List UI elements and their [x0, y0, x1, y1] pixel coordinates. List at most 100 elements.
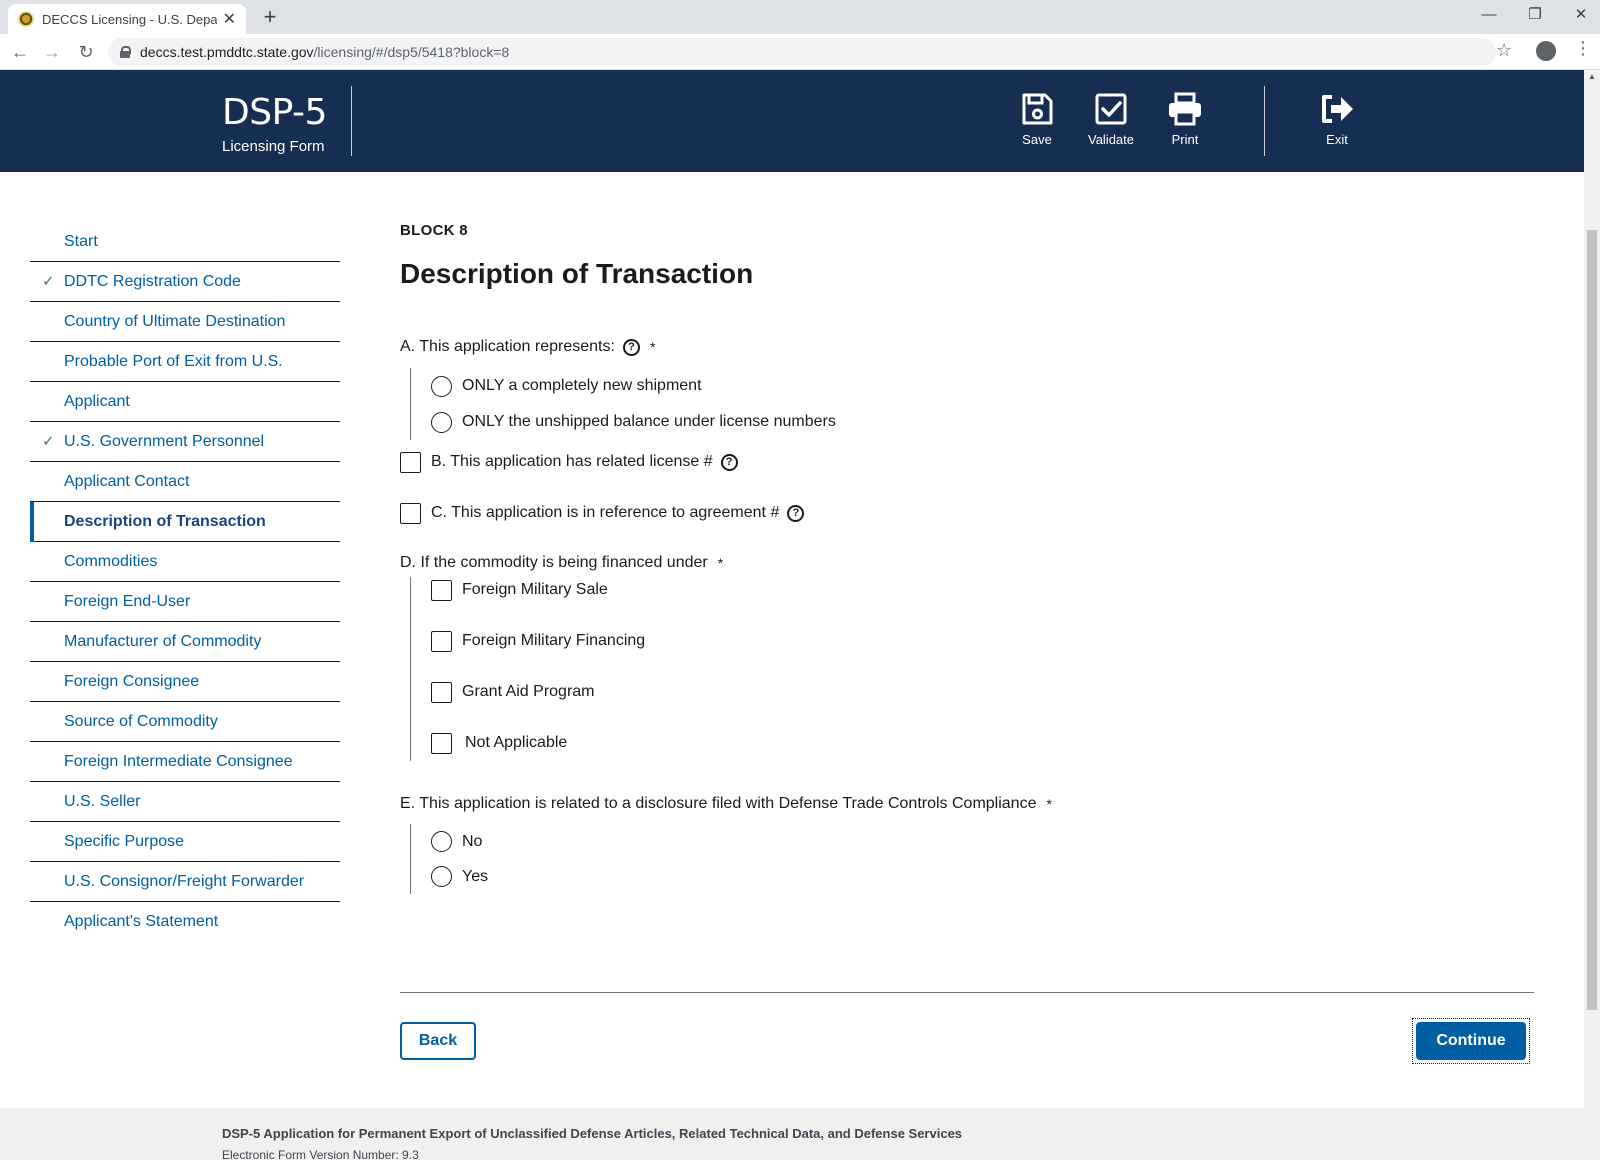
help-icon[interactable]: ?	[720, 453, 738, 471]
sidebar-item[interactable]: Probable Port of Exit from U.S.	[30, 342, 340, 382]
sidebar-item[interactable]: Foreign Consignee	[30, 662, 340, 702]
sidebar-item[interactable]: ✓ U.S. Government Personnel	[30, 422, 340, 462]
app-header: DSP-5 Licensing Form Save Validate Print…	[0, 70, 1584, 172]
radio-option-no[interactable]: No	[431, 824, 488, 859]
question-e-label: E. This application is related to a disc…	[400, 795, 1037, 812]
block-label: BLOCK 8	[400, 222, 468, 239]
continue-button[interactable]: Continue	[1416, 1022, 1526, 1060]
sidebar-item-label: Description of Transaction	[64, 513, 266, 530]
header-divider	[351, 86, 352, 156]
radio-option-unshipped-balance[interactable]: ONLY the unshipped balance under license…	[431, 404, 836, 440]
forward-arrow-icon[interactable]: →	[40, 40, 64, 64]
sidebar-item[interactable]: Applicant	[30, 382, 340, 422]
sidebar-item[interactable]: Foreign End-User	[30, 582, 340, 622]
scroll-up-arrow-icon[interactable]: ▲	[1588, 72, 1596, 81]
print-label: Print	[1171, 132, 1199, 147]
checkbox-label: Grant Aid Program	[462, 683, 595, 700]
checkbox-option-not-applicable[interactable]: Not Applicable	[431, 730, 645, 756]
radio-label: No	[462, 832, 483, 850]
required-marker: *	[1046, 796, 1052, 812]
sidebar-item-label: Foreign Consignee	[64, 673, 200, 690]
sidebar-item[interactable]: Commodities	[30, 542, 340, 582]
form-divider	[400, 992, 1534, 993]
footer-version: Electronic Form Version Number: 9.3	[222, 1148, 419, 1160]
help-icon[interactable]: ?	[622, 338, 640, 356]
checkbox[interactable]	[431, 732, 452, 754]
app-title: DSP-5	[222, 92, 327, 133]
checkbox-option-grant-aid[interactable]: Grant Aid Program	[431, 679, 645, 705]
exit-icon	[1322, 95, 1353, 123]
bookmark-star-icon[interactable]: ☆	[1496, 40, 1512, 61]
help-icon[interactable]: ?	[787, 504, 805, 522]
continue-focus-ring: Continue	[1412, 1018, 1530, 1064]
radio-option-new-shipment[interactable]: ONLY a completely new shipment	[431, 368, 836, 404]
radio-button[interactable]	[431, 831, 452, 852]
validate-button[interactable]: Validate	[1076, 92, 1146, 147]
agreement-reference-checkbox[interactable]	[400, 502, 421, 524]
radio-label: ONLY the unshipped balance under license…	[462, 413, 836, 430]
radio-button[interactable]	[431, 866, 452, 887]
close-window-button[interactable]: ✕	[1558, 0, 1600, 32]
question-d-label: D. If the commodity is being financed un…	[400, 554, 708, 571]
checkbox[interactable]	[431, 681, 452, 703]
checkbox-option-fms[interactable]: Foreign Military Sale	[431, 577, 645, 603]
question-b-label: B. This application has related license …	[431, 453, 713, 470]
radio-button[interactable]	[431, 375, 452, 397]
checkbox[interactable]	[431, 579, 452, 601]
address-bar[interactable]: deccs.test.pmddtc.state.gov /licensing/#…	[108, 38, 1496, 66]
question-a-options: ONLY a completely new shipment ONLY the …	[410, 368, 836, 440]
sidebar-item[interactable]: Foreign Intermediate Consignee	[30, 742, 340, 782]
save-label: Save	[1022, 132, 1052, 147]
tab-close-icon[interactable]: ✕	[223, 9, 236, 29]
question-a-label: A. This application represents:	[400, 338, 615, 355]
header-divider	[1264, 86, 1265, 156]
sidebar-item[interactable]: U.S. Consignor/Freight Forwarder	[30, 862, 340, 902]
browser-menu-icon[interactable]: ⋮	[1574, 38, 1592, 59]
print-icon	[1169, 92, 1201, 126]
question-b[interactable]: B. This application has related license …	[400, 450, 738, 474]
related-license-checkbox[interactable]	[400, 451, 421, 473]
checkbox-option-fmf[interactable]: Foreign Military Financing	[431, 628, 645, 654]
question-c[interactable]: C. This application is in reference to a…	[400, 501, 805, 525]
checkbox-label: Foreign Military Financing	[462, 632, 646, 649]
sidebar-item[interactable]: Specific Purpose	[30, 822, 340, 862]
required-marker: *	[717, 555, 724, 571]
page-scrollbar[interactable]: ▲	[1584, 70, 1600, 1160]
url-host: deccs.test.pmddtc.state.gov	[140, 44, 314, 60]
minimize-button[interactable]: —	[1466, 0, 1512, 32]
sidebar-item[interactable]: Description of Transaction	[30, 502, 340, 542]
scrollbar-thumb[interactable]	[1587, 230, 1597, 1010]
radio-button[interactable]	[431, 411, 452, 433]
sidebar-item[interactable]: Applicant's Statement	[30, 902, 340, 942]
sidebar-item[interactable]: Applicant Contact	[30, 462, 340, 502]
print-button[interactable]: Print	[1150, 92, 1220, 147]
sidebar-item[interactable]: U.S. Seller	[30, 782, 340, 822]
sidebar-item[interactable]: Manufacturer of Commodity	[30, 622, 340, 662]
exit-label: Exit	[1326, 132, 1348, 147]
restore-button[interactable]: ❐	[1512, 0, 1558, 32]
form-main: BLOCK 8 Description of Transaction A. Th…	[400, 222, 1534, 1064]
back-arrow-icon[interactable]: ←	[8, 40, 32, 64]
lock-icon	[120, 46, 131, 58]
checkbox[interactable]	[431, 630, 452, 652]
save-button[interactable]: Save	[1002, 92, 1072, 147]
profile-avatar-icon[interactable]	[1536, 41, 1556, 61]
browser-tab[interactable]: DECCS Licensing - U.S. Department ✕	[8, 4, 246, 34]
sidebar-item[interactable]: Source of Commodity	[30, 702, 340, 742]
checkbox-label: Not Applicable	[465, 734, 568, 751]
question-d: D. If the commodity is being financed un…	[400, 554, 723, 572]
sidebar-item[interactable]: ✓ DDTC Registration Code	[30, 262, 340, 302]
sidebar-item[interactable]: Country of Ultimate Destination	[30, 302, 340, 342]
sidebar-item[interactable]: Start	[30, 222, 340, 262]
radio-option-yes[interactable]: Yes	[431, 859, 488, 894]
new-tab-button[interactable]: +	[256, 4, 284, 32]
sidebar-item-label: Applicant	[64, 393, 130, 410]
radio-label: Yes	[462, 867, 489, 885]
sidebar-item-label: Specific Purpose	[64, 833, 185, 850]
back-button[interactable]: Back	[400, 1022, 476, 1060]
save-icon	[1022, 93, 1053, 125]
reload-icon[interactable]: ↻	[74, 40, 98, 64]
exit-button[interactable]: Exit	[1302, 92, 1372, 147]
block-navigation: Start ✓ DDTC Registration Code Country of U…	[30, 222, 340, 942]
sidebar-item-label: U.S. Seller	[64, 793, 141, 810]
